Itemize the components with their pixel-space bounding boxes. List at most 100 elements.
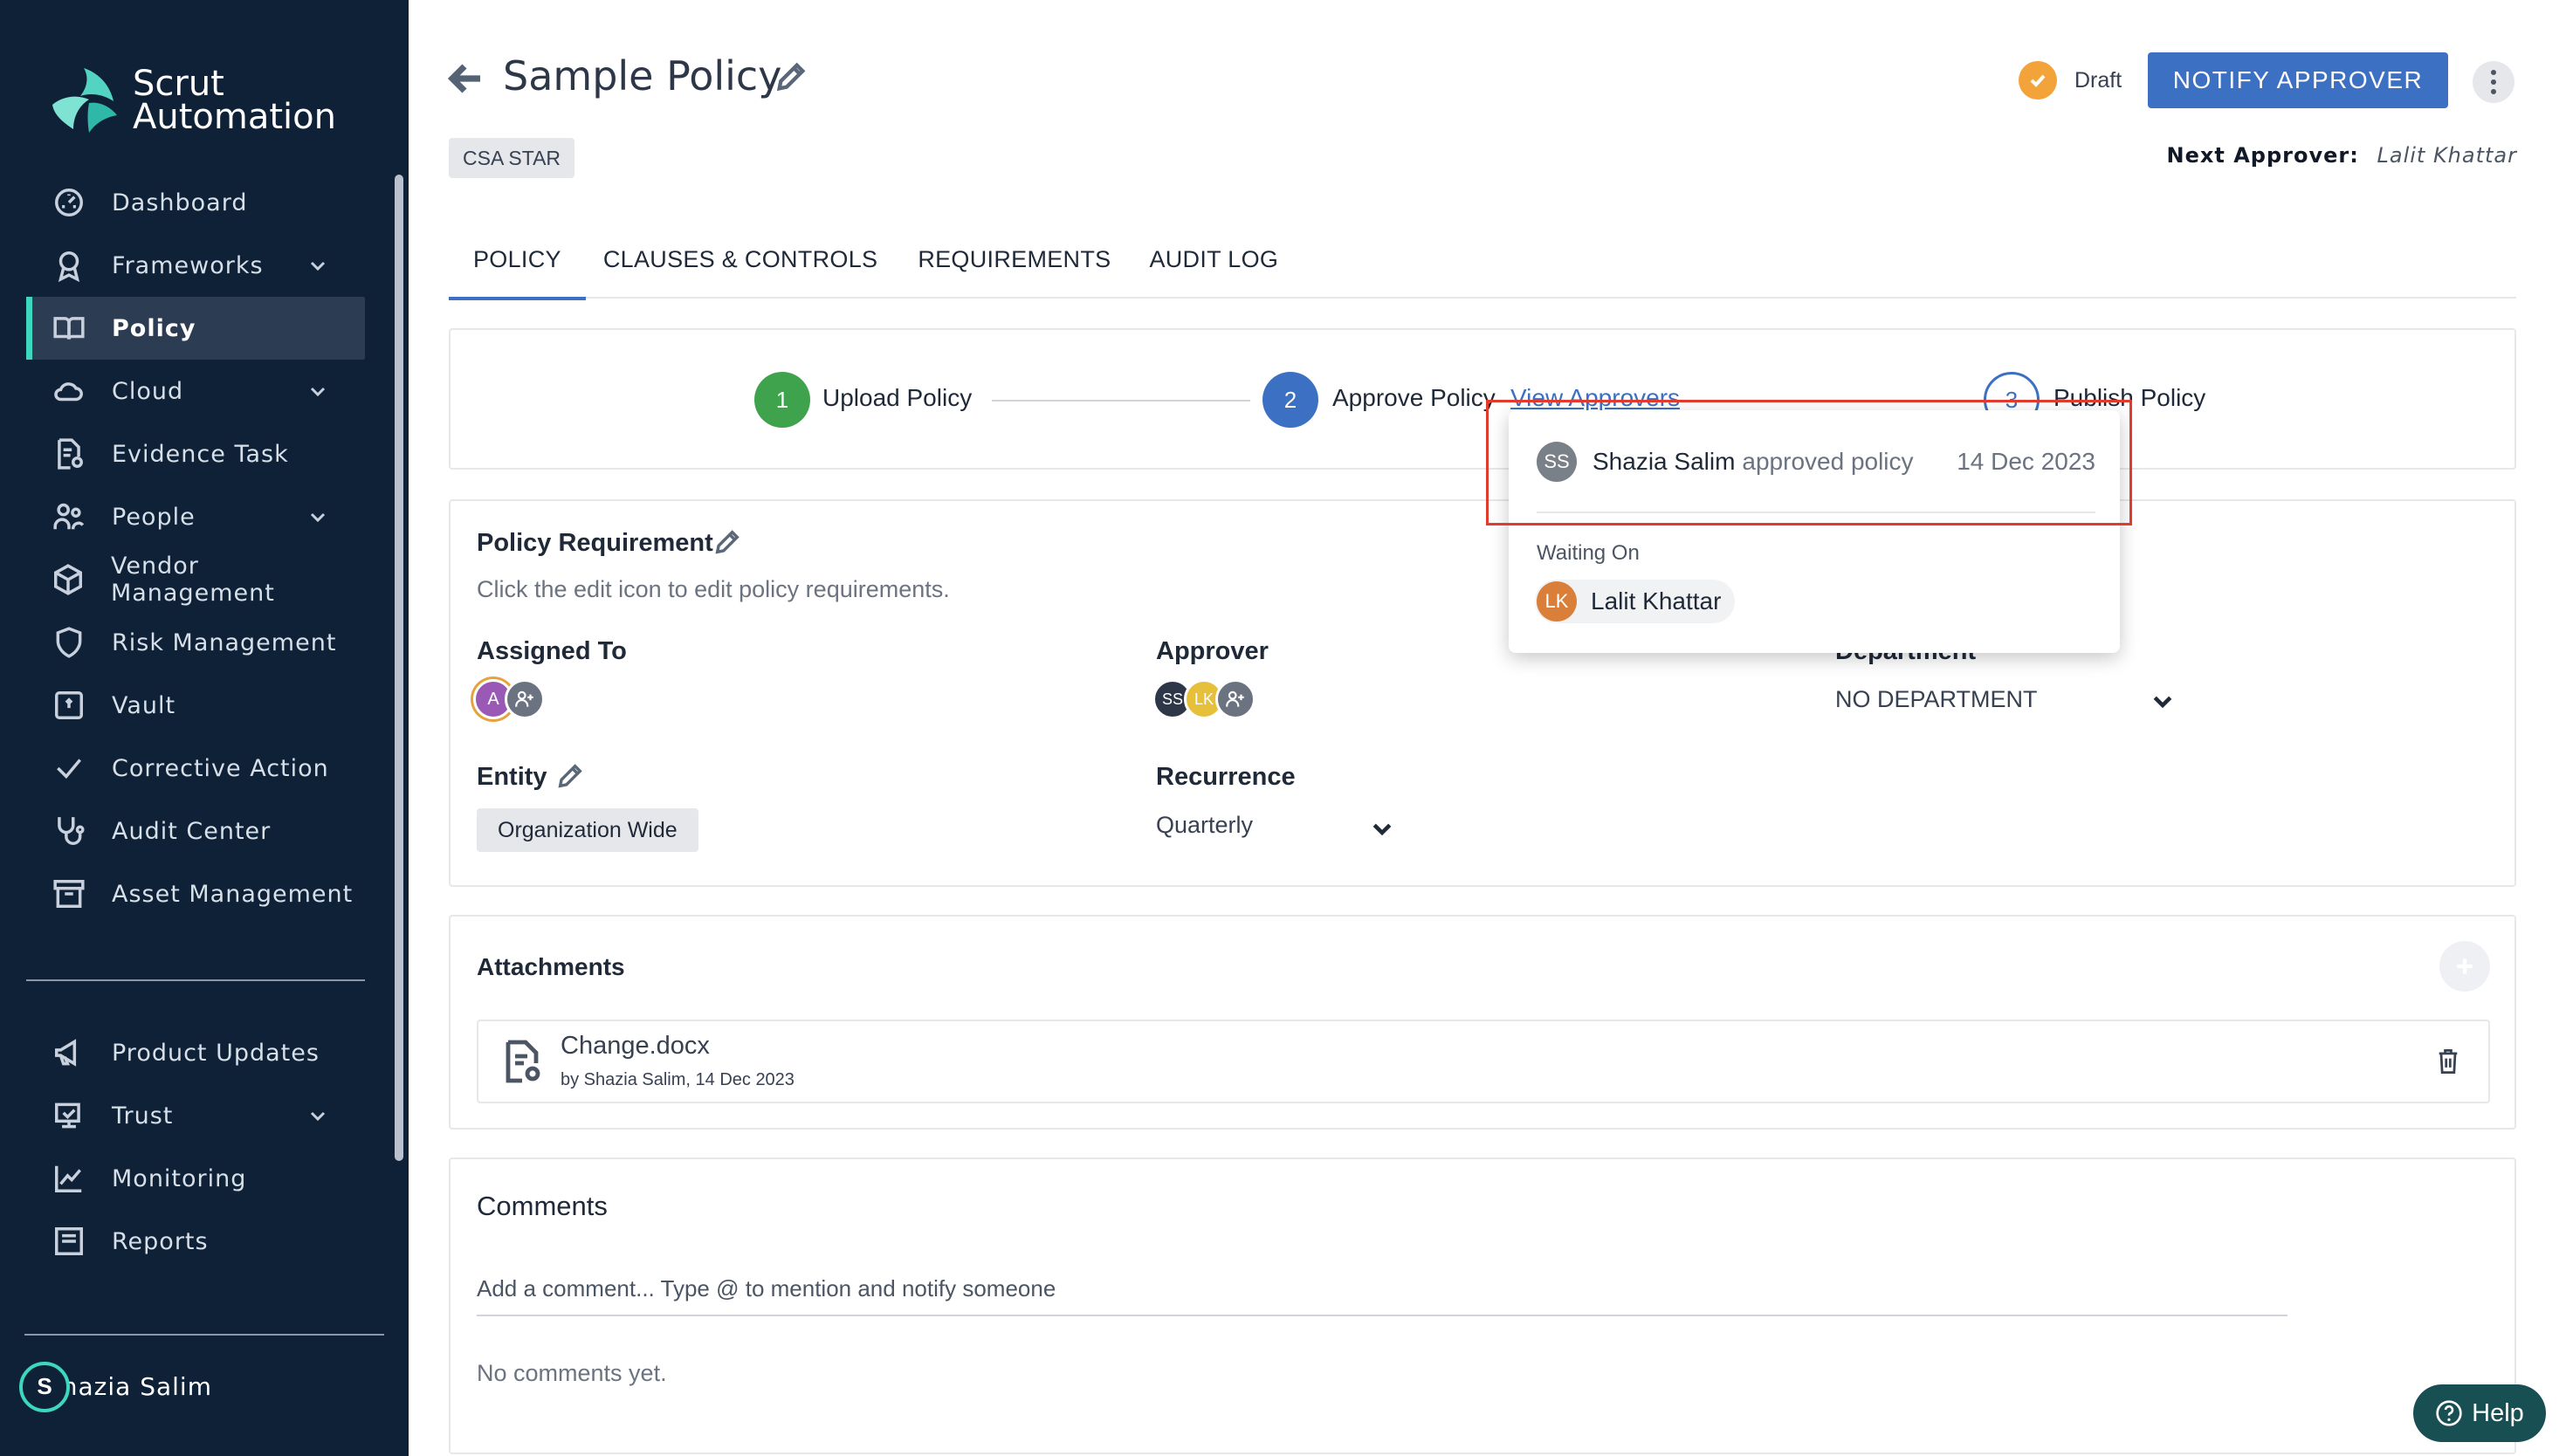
sidebar-item-evidence-task[interactable]: Evidence Task (26, 422, 365, 485)
tab-requirements[interactable]: REQUIREMENTS (902, 237, 1135, 299)
waiting-name: Lalit Khattar (1591, 587, 1722, 615)
entity-label: Entity (477, 763, 547, 791)
entity-chip: Organization Wide (477, 808, 698, 852)
recurrence-select[interactable]: Quarterly (1156, 812, 1253, 839)
sidebar-nav-bottom: Product Updates Trust Monitoring Reports (26, 1021, 365, 1255)
sidebar-item-policy[interactable]: Policy (26, 297, 365, 360)
sidebar-item-vendor-management[interactable]: Vendor Management (26, 548, 365, 611)
status-badge: Draft (2019, 61, 2122, 100)
sidebar-item-label: Product Updates (112, 1039, 320, 1067)
chevron-down-icon[interactable] (307, 255, 328, 276)
status-check-icon (2019, 61, 2057, 100)
tab-policy[interactable]: POLICY (449, 237, 586, 300)
sidebar-divider (24, 1334, 384, 1336)
brand-name: Scrut Automation (133, 64, 336, 134)
sidebar-item-people[interactable]: People (26, 485, 365, 548)
edit-entity-pencil-icon[interactable] (555, 761, 587, 793)
sidebar-item-label: Risk Management (112, 628, 337, 656)
step-1-label: Upload Policy (822, 384, 973, 411)
trust-icon (51, 1097, 87, 1134)
sidebar-item-label: Audit Center (112, 817, 272, 845)
next-approver-label: Next Approver: (2166, 143, 2359, 168)
sidebar-item-product-updates[interactable]: Product Updates (26, 1021, 365, 1084)
book-icon (51, 310, 87, 347)
award-icon (51, 247, 87, 284)
sidebar-item-label: Policy (112, 314, 196, 342)
help-question-icon (2436, 1400, 2462, 1426)
edit-title-pencil-icon[interactable] (774, 59, 810, 96)
add-approver-icon[interactable] (1215, 679, 1255, 719)
check-icon (51, 750, 87, 786)
tab-audit-log[interactable]: AUDIT LOG (1135, 237, 1303, 299)
trash-icon[interactable] (2436, 1047, 2464, 1079)
attachment-meta: by Shazia Salim, 14 Dec 2023 (561, 1070, 795, 1089)
brand-logo[interactable]: Scrut Automation (49, 66, 336, 134)
sidebar-scrollbar[interactable] (395, 175, 403, 1161)
chevron-down-icon[interactable] (307, 1105, 328, 1126)
back-arrow-icon[interactable] (445, 58, 487, 100)
step-2-circle: 2 (1262, 372, 1318, 428)
sidebar-divider (26, 979, 365, 981)
brand-line1: Scrut (133, 64, 224, 104)
step-connector (992, 400, 1250, 402)
sidebar-item-cloud[interactable]: Cloud (26, 360, 365, 422)
sidebar-item-monitoring[interactable]: Monitoring (26, 1147, 365, 1210)
chevron-down-icon[interactable] (1369, 815, 1395, 841)
sidebar-item-dashboard[interactable]: Dashboard (26, 171, 365, 234)
reports-icon (51, 1223, 87, 1255)
policy-requirement-title: Policy Requirement (477, 529, 713, 557)
dashboard-icon (51, 184, 87, 221)
assigned-to-label: Assigned To (477, 637, 627, 665)
chevron-down-icon[interactable] (2150, 688, 2176, 714)
attachment-row[interactable]: Change.docx by Shazia Salim, 14 Dec 2023 (477, 1020, 2490, 1103)
user-profile[interactable]: S Shazia Salim (19, 1361, 212, 1412)
chart-line-icon (51, 1160, 87, 1197)
sidebar-item-trust[interactable]: Trust (26, 1084, 365, 1147)
sidebar-item-asset-management[interactable]: Asset Management (26, 862, 365, 925)
help-button[interactable]: Help (2413, 1384, 2546, 1442)
notify-approver-button[interactable]: NOTIFY APPROVER (2148, 52, 2448, 108)
box-icon (51, 561, 86, 598)
policy-requirement-subtitle: Click the edit icon to edit policy requi… (477, 576, 950, 602)
page-title: Sample Policy (503, 52, 782, 100)
add-assignee-icon[interactable] (505, 679, 545, 719)
sidebar-item-reports[interactable]: Reports (26, 1210, 365, 1255)
shield-icon (51, 624, 87, 661)
status-text: Draft (2074, 67, 2122, 93)
document-icon (501, 1039, 543, 1084)
sidebar-item-audit-center[interactable]: Audit Center (26, 800, 365, 862)
step-2-label: Approve Policy (1332, 384, 1496, 411)
sidebar-item-label: Cloud (112, 377, 184, 405)
waiting-avatar: LK (1537, 581, 1577, 622)
sidebar-item-label: Vault (112, 691, 176, 719)
approver-label: Approver (1156, 637, 1269, 665)
user-name: Shazia Salim (45, 1372, 212, 1401)
chevron-down-icon[interactable] (307, 506, 328, 527)
sidebar-item-label: Frameworks (112, 251, 264, 279)
vault-icon (51, 687, 87, 724)
waiting-on-label: Waiting On (1537, 541, 1640, 565)
attachments-title: Attachments (477, 953, 625, 980)
more-options-icon[interactable] (2473, 61, 2514, 103)
no-comments-text: No comments yet. (477, 1360, 667, 1386)
sidebar-item-frameworks[interactable]: Frameworks (26, 234, 365, 297)
sidebar-item-corrective-action[interactable]: Corrective Action (26, 737, 365, 800)
tab-clauses-controls[interactable]: CLAUSES & CONTROLS (586, 237, 902, 299)
chevron-down-icon[interactable] (307, 381, 328, 402)
workflow-stepper: 1 Upload Policy 2 Approve Policy View Ap… (449, 328, 2516, 470)
attachment-file-name[interactable]: Change.docx (561, 1032, 710, 1061)
department-select[interactable]: NO DEPARTMENT (1835, 686, 2038, 713)
add-attachment-plus-icon[interactable] (2439, 941, 2490, 992)
people-icon (51, 498, 87, 535)
sidebar-item-vault[interactable]: Vault (26, 674, 365, 737)
comment-input[interactable] (477, 1262, 2287, 1316)
edit-requirement-pencil-icon[interactable] (712, 527, 744, 559)
sidebar-item-label: Asset Management (112, 880, 354, 908)
megaphone-icon (51, 1034, 87, 1071)
sidebar-item-risk-management[interactable]: Risk Management (26, 611, 365, 674)
file-task-icon (51, 436, 87, 472)
archive-icon (51, 876, 87, 912)
next-approver: Next Approver: Lalit Khattar (2167, 143, 2517, 168)
scrut-logo-icon (52, 68, 117, 133)
sidebar-item-label: Monitoring (112, 1164, 247, 1192)
